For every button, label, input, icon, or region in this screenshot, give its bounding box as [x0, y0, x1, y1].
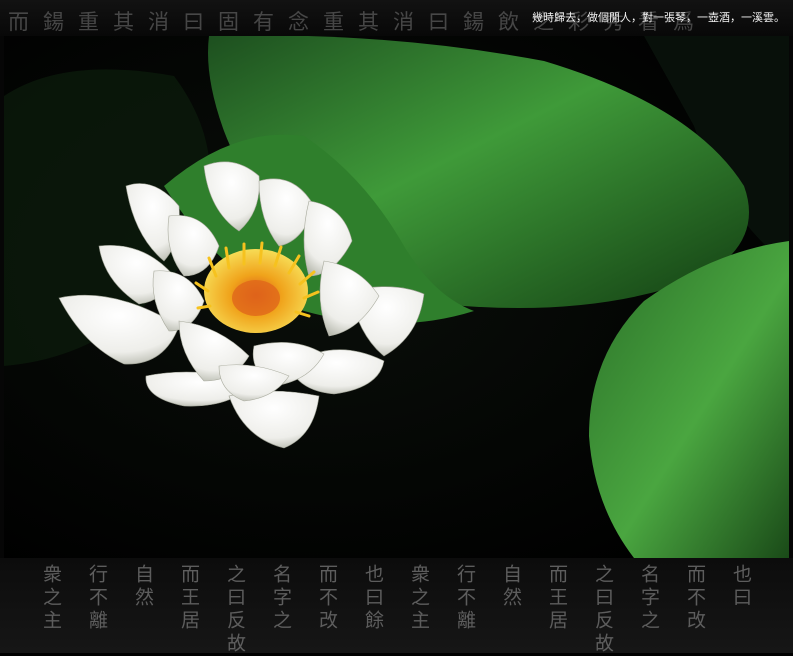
calligraphy-column: 也曰 [730, 564, 752, 610]
calligraphy-column: 之曰反故 [592, 564, 614, 656]
calligraphy-column: 衆之主 [408, 564, 430, 633]
bottom-calligraphy: 衆之主 行不離 自然 而王居 之曰反故 名字之 而不改 也曰餘 衆之主 行不離 自然 而王居 之曰反故 名… [0, 564, 793, 656]
poem-caption: 幾時歸去，做個閒人，對一張琴，一壺酒，一溪雲。 [532, 11, 785, 24]
calligraphy-column: 而不改 [684, 564, 706, 633]
calligraphy-column: 自然 [132, 564, 154, 610]
water-lily-photo [4, 36, 789, 558]
calligraphy-column: 名字之 [638, 564, 660, 633]
calligraphy-column: 行不離 [86, 564, 108, 633]
calligraphy-column: 衆之主 [40, 564, 62, 633]
calligraphy-column: 而不改 [316, 564, 338, 633]
calligraphy-column: 之曰反故 [224, 564, 246, 656]
calligraphy-column: 行不離 [454, 564, 476, 633]
calligraphy-column: 而王居 [178, 564, 200, 633]
calligraphy-column: 也曰餘 [362, 564, 384, 633]
calligraphy-column: 而王居 [546, 564, 568, 633]
calligraphy-column: 名字之 [270, 564, 292, 633]
image-frame: 而鍚重其消曰固有念重其消曰鍚飲之彩秀看爲 幾時歸去，做個閒人，對一張琴，一壺酒，… [0, 0, 793, 656]
top-calligraphy-band: 而鍚重其消曰固有念重其消曰鍚飲之彩秀看爲 幾時歸去，做個閒人，對一張琴，一壺酒，… [0, 0, 793, 36]
calligraphy-column: 自然 [500, 564, 522, 610]
